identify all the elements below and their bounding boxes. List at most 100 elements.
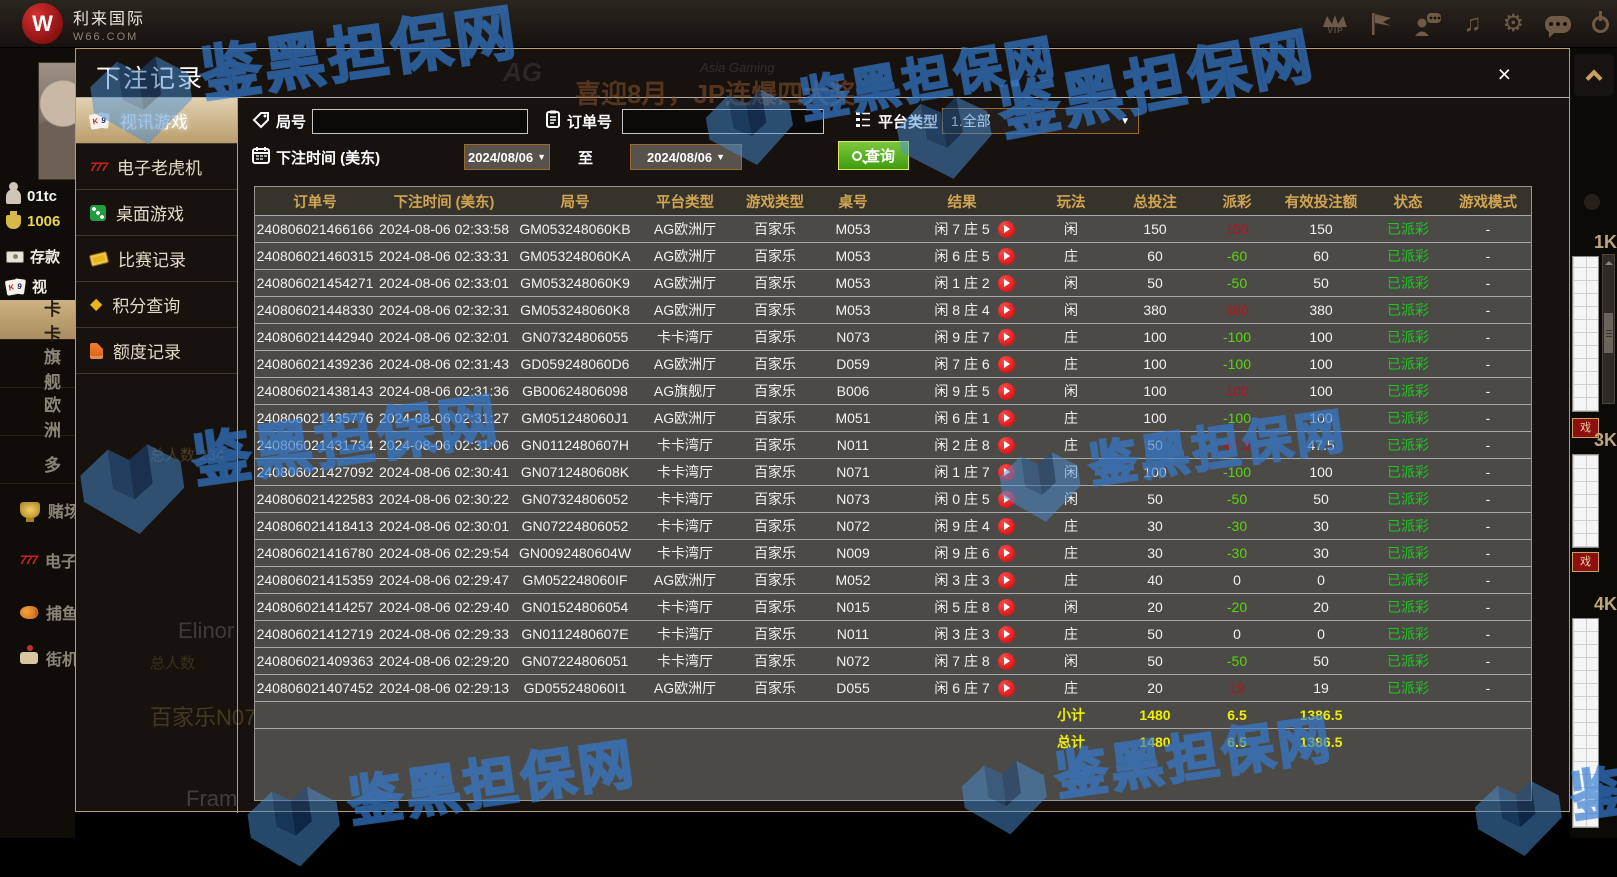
platform: 卡卡湾厅 [637, 621, 733, 647]
user-avatar[interactable] [38, 62, 75, 180]
play-replay-button[interactable] [998, 329, 1015, 346]
order-no: 240806021460315 [255, 243, 375, 269]
brand[interactable]: W 利来国际 W66.COM [22, 3, 145, 44]
vip-crown-icon[interactable]: VIP [1322, 13, 1348, 35]
round-no: GM053248060K9 [513, 270, 637, 296]
play-replay-button[interactable] [998, 464, 1015, 481]
deposit-button[interactable]: 存款 [6, 246, 60, 267]
play-replay-button[interactable] [998, 383, 1015, 400]
platform: 卡卡湾厅 [637, 594, 733, 620]
hall-tab-ouzhou[interactable]: 欧洲 [0, 396, 75, 436]
bet-record-row: 2408060214270922024-08-06 02:30:41GN0712… [255, 458, 1531, 485]
play-replay-button[interactable] [998, 275, 1015, 292]
close-icon[interactable]: × [1498, 63, 1511, 86]
scrollbar[interactable] [1602, 254, 1615, 404]
play-replay-button[interactable] [998, 626, 1015, 643]
slot-777-icon: 777 [90, 160, 107, 174]
order-no: 240806021409363 [255, 648, 375, 674]
result: 闲 9 庄 4 [889, 513, 1035, 539]
sidebar-item-credit-records[interactable]: 额度记录 [76, 328, 237, 374]
scroll-up-arrow[interactable] [1605, 257, 1613, 265]
hall-tab-kaka[interactable]: 卡卡 [0, 300, 75, 340]
play-replay-button[interactable] [998, 680, 1015, 697]
clipboard-icon [544, 110, 562, 128]
bet-record-row: 2408060214093632024-08-06 02:29:20GN0722… [255, 647, 1531, 674]
status: 已派彩 [1371, 567, 1445, 593]
play-replay-button[interactable] [998, 302, 1015, 319]
order-no-input[interactable] [622, 109, 824, 134]
money-bag-icon [6, 215, 21, 229]
play-replay-button[interactable] [998, 572, 1015, 589]
result: 闲 6 庄 1 [889, 405, 1035, 431]
sidebar-item-match-records[interactable]: 比赛记录 [76, 236, 237, 282]
status: 已派彩 [1371, 594, 1445, 620]
total-bet: 100 [1107, 405, 1203, 431]
platform-type-select[interactable]: 1.全部 ▼ [942, 108, 1139, 134]
play-replay-button[interactable] [998, 653, 1015, 670]
status: 已派彩 [1371, 621, 1445, 647]
flag-icon[interactable] [1369, 12, 1393, 36]
game-casino-item[interactable]: 赌场 [20, 498, 75, 522]
sidebar-item-slots[interactable]: 777 电子老虎机 [76, 144, 237, 190]
order-no: 240806021415359 [255, 567, 375, 593]
video-games-item[interactable]: K9 视 [6, 276, 47, 297]
chat-icon[interactable] [1545, 16, 1571, 33]
platform: 卡卡湾厅 [637, 459, 733, 485]
trophy-icon [20, 502, 40, 518]
date-from-select[interactable]: 2024/08/06 ▼ [464, 144, 550, 170]
sidebar-item-video-games[interactable]: K9 视讯游戏 [76, 98, 237, 144]
column-header: 局号 [513, 187, 637, 215]
brand-domain: W66.COM [73, 31, 145, 43]
total-payout: 6.5 [1203, 729, 1271, 755]
total-bet: 30 [1107, 513, 1203, 539]
support-icon[interactable] [1414, 12, 1442, 36]
bet-record-row: 2408060214661662024-08-06 02:33:58GM0532… [255, 215, 1531, 242]
game-arcade-item[interactable]: 街机电玩 [20, 646, 75, 670]
valid-bet: 30 [1271, 540, 1371, 566]
play-replay-button[interactable] [998, 491, 1015, 508]
status: 已派彩 [1371, 432, 1445, 458]
collapse-chevron-button[interactable] [1574, 54, 1614, 96]
table-header-row: 订单号下注时间 (美东)局号平台类型游戏类型桌号结果玩法总投注派彩有效投注额状态… [255, 187, 1531, 215]
game-fishing-item[interactable]: 捕鱼王 [20, 600, 75, 624]
order-no: 240806021431734 [255, 432, 375, 458]
chevron-down-icon: ▼ [1120, 116, 1130, 127]
result-text: 闲 6 庄 1 [934, 408, 989, 428]
sidebar-item-points-query[interactable]: ◆ 积分查询 [76, 282, 237, 328]
play-replay-button[interactable] [998, 599, 1015, 616]
bet-time: 2024-08-06 02:32:01 [375, 324, 513, 350]
settings-gear-icon[interactable]: ⚙ [1502, 12, 1524, 36]
bet-side: 庄 [1035, 675, 1107, 701]
power-icon[interactable] [1592, 16, 1609, 33]
game-mode: - [1445, 594, 1531, 620]
hall-tab-qijian[interactable]: 旗舰 [0, 348, 75, 388]
hall-tab-duotai[interactable]: 多 [0, 444, 75, 484]
search-button[interactable]: 查询 [838, 141, 909, 170]
total-bet: 20 [1107, 675, 1203, 701]
game-mode: - [1445, 459, 1531, 485]
music-icon[interactable]: ♫ [1463, 12, 1481, 36]
play-replay-button[interactable] [998, 248, 1015, 265]
sidebar-item-table-games[interactable]: 桌面游戏 [76, 190, 237, 236]
play-replay-button[interactable] [998, 545, 1015, 562]
game-type: 百家乐 [733, 216, 817, 242]
play-replay-button[interactable] [998, 221, 1015, 238]
topbar-icons: VIP ♫ ⚙ [1322, 0, 1609, 48]
play-replay-button[interactable] [998, 356, 1015, 373]
play-replay-button[interactable] [998, 410, 1015, 427]
platform: AG欧洲厅 [637, 297, 733, 323]
round-no: GN0112480607H [513, 432, 637, 458]
play-replay-button[interactable] [998, 437, 1015, 454]
play-replay-button[interactable] [998, 518, 1015, 535]
enter-game-badge[interactable]: 戏 [1572, 552, 1599, 572]
scroll-thumb[interactable] [1604, 313, 1613, 353]
table-no: D059 [817, 351, 889, 377]
result: 闲 7 庄 5 [889, 216, 1035, 242]
bet-time: 2024-08-06 02:30:01 [375, 513, 513, 539]
valid-bet: 100 [1271, 405, 1371, 431]
round-no-input[interactable] [312, 109, 528, 134]
game-mode: - [1445, 405, 1531, 431]
game-type: 百家乐 [733, 486, 817, 512]
date-to-select[interactable]: 2024/08/06 ▼ [630, 144, 742, 170]
game-slots-item[interactable]: 777 电子 [20, 548, 75, 572]
